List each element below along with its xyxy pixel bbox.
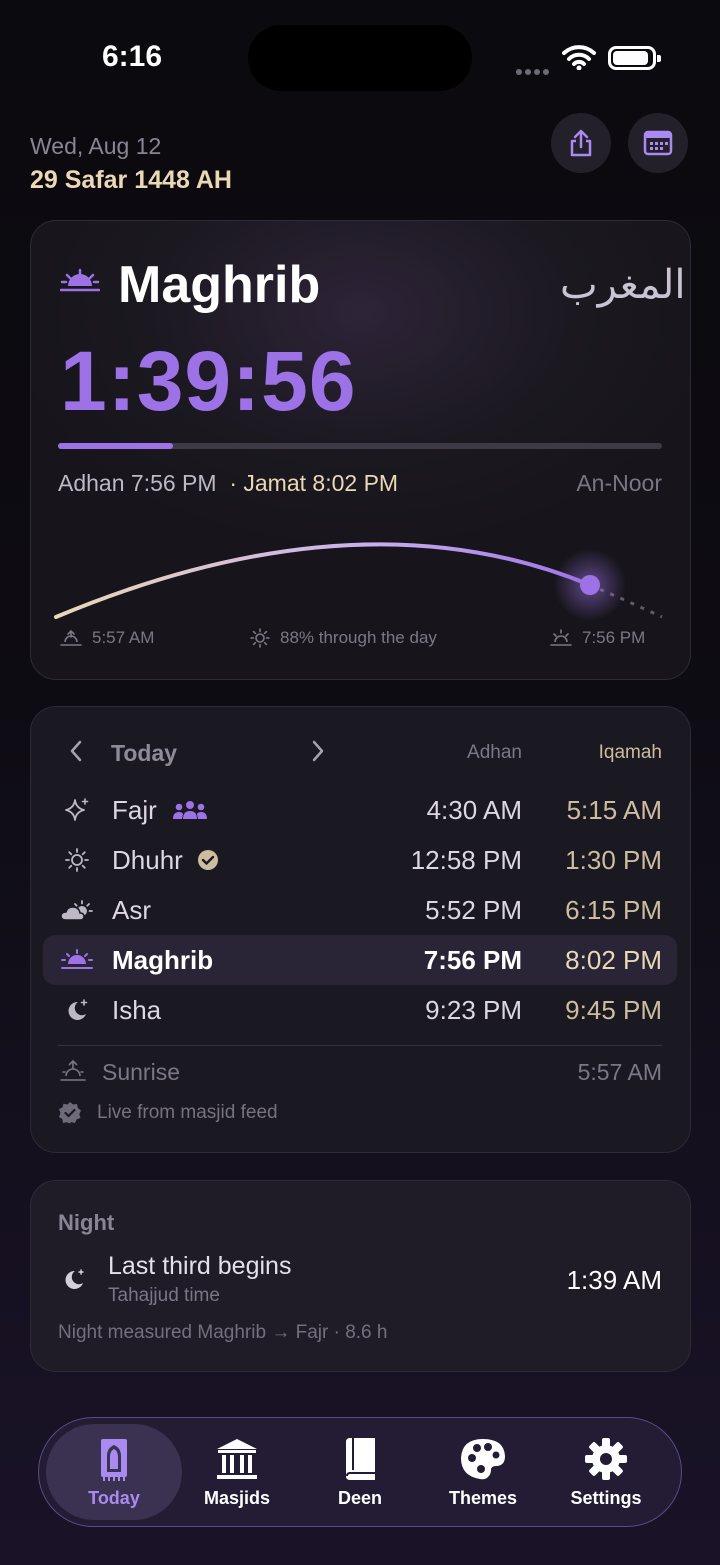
countdown-timer: 1:39:56: [60, 334, 357, 428]
tab-deen[interactable]: Deen: [292, 1424, 428, 1520]
sunrise-icon: [60, 1059, 86, 1087]
moon-star-icon: [62, 1266, 88, 1297]
tab-label: Today: [88, 1488, 140, 1508]
adhan-time: 12:58 PM: [410, 844, 522, 875]
night-measure-note: Night measured Maghrib → Fajr · 8.6 h: [58, 1322, 388, 1343]
tab-settings[interactable]: Settings: [538, 1424, 674, 1520]
building-icon: [217, 1439, 257, 1479]
prayer-row-maghrib[interactable]: Maghrib 7:56 PM 8:02 PM: [60, 938, 662, 982]
night-title: Night: [58, 1210, 115, 1235]
prayer-name: Isha: [112, 994, 162, 1025]
calendar-button[interactable]: [628, 113, 688, 173]
sunrise-icon: [60, 629, 82, 646]
signal-icon: [516, 62, 552, 75]
congregation-icon: [172, 801, 207, 819]
tahajjud-label: Tahajjud time: [108, 1285, 220, 1306]
last-third-time: 1:39 AM: [566, 1265, 662, 1295]
status-time: 6:16: [102, 40, 163, 73]
sunset-icon: [60, 943, 94, 977]
battery-icon: [608, 46, 661, 70]
arc-day-progress: 88% through the day: [250, 628, 437, 648]
check-icon: [197, 850, 218, 870]
chevron-left-icon: [70, 740, 82, 762]
schedule-divider: [58, 1045, 662, 1046]
iqamah-time: 6:15 PM: [565, 894, 662, 925]
arc-sunset: 7:56 PM: [550, 628, 645, 648]
iqamah-time: 5:15 AM: [566, 794, 662, 825]
prayer-name: Dhuhr: [112, 844, 183, 875]
countdown-progress-fill: [58, 443, 173, 449]
current-prayer-arabic: المغرب: [560, 262, 686, 308]
prayer-name: Fajr: [112, 794, 157, 825]
adhan-time: 5:52 PM: [425, 894, 522, 925]
sun-position-marker: [580, 575, 600, 595]
hijri-date: 29 Safar 1448 AH: [30, 166, 232, 194]
tab-masjids[interactable]: Masjids: [169, 1424, 305, 1520]
arc-sunrise: 5:57 AM: [60, 628, 154, 648]
sun-icon: [60, 843, 94, 877]
day-progress-text: 88% through the day: [280, 628, 437, 647]
adhan-time: 4:30 AM: [426, 794, 522, 825]
adhan-time: Adhan 7:56 PM: [58, 470, 217, 496]
sunrise-label: Sunrise: [102, 1059, 180, 1085]
book-icon: [346, 1438, 375, 1480]
gear-icon: [585, 1438, 627, 1480]
sun-arc-line: [54, 542, 592, 619]
prayer-row-fajr[interactable]: Fajr 4:30 AM 5:15 AM: [60, 788, 662, 832]
gregorian-date: Wed, Aug 12: [30, 133, 162, 159]
verified-icon: [58, 1101, 82, 1130]
iqamah-column-header: Iqamah: [598, 742, 662, 763]
prev-day-button[interactable]: [68, 738, 84, 770]
tab-themes[interactable]: Themes: [415, 1424, 551, 1520]
tab-label: Themes: [448, 1488, 518, 1508]
schedule-day-label[interactable]: Today: [111, 740, 177, 767]
tab-today[interactable]: Today: [46, 1424, 182, 1520]
arc-sunset-time: 7:56 PM: [582, 628, 646, 647]
adhan-column-header: Adhan: [467, 742, 522, 763]
cloud-sun-icon: [60, 893, 94, 927]
moon-star-icon: [60, 993, 94, 1027]
share-icon: [570, 129, 592, 157]
current-prayer-name: Maghrib: [118, 256, 321, 314]
prayer-row-dhuhr[interactable]: Dhuhr 12:58 PM 1:30 PM: [60, 838, 662, 882]
calendar-icon: [643, 130, 673, 156]
sunrise-time: 5:57 AM: [577, 1059, 662, 1085]
share-button[interactable]: [551, 113, 611, 173]
prayer-row-asr[interactable]: Asr 5:52 PM 6:15 PM: [60, 888, 662, 932]
iqamah-time: 9:45 PM: [565, 994, 662, 1025]
tab-label: Deen: [337, 1488, 382, 1508]
prayer-name: Asr: [112, 894, 151, 925]
masjid-name[interactable]: An-Noor: [576, 470, 662, 497]
sparkle-icon: [60, 793, 94, 827]
last-third-label: Last third begins: [108, 1252, 292, 1280]
live-feed-label: Live from masjid feed: [97, 1102, 278, 1123]
adhan-time: 9:23 PM: [425, 994, 522, 1025]
countdown-progress-bar: [58, 443, 662, 449]
tab-label: Masjids: [203, 1488, 271, 1508]
prayer-row-isha[interactable]: Isha 9:23 PM 9:45 PM: [60, 988, 662, 1032]
prayer-mat-icon: [101, 1439, 127, 1481]
sun-icon: [250, 628, 270, 648]
dynamic-island: [248, 25, 472, 91]
palette-icon: [461, 1439, 505, 1480]
iqamah-time: 8:02 PM: [565, 944, 662, 975]
arc-sunrise-time: 5:57 AM: [92, 628, 155, 647]
chevron-right-icon: [312, 740, 324, 762]
adhan-time: 7:56 PM: [423, 944, 522, 975]
prayer-name: Maghrib: [112, 944, 214, 975]
adhan-jamat-line: Adhan 7:56 PM · Jamat 8:02 PM: [58, 470, 398, 497]
jamat-time: · Jamat 8:02 PM: [229, 470, 399, 496]
iqamah-time: 1:30 PM: [565, 844, 662, 875]
wifi-icon: [562, 44, 596, 75]
sunset-small-icon: [550, 629, 572, 646]
sun-path-arc: [54, 542, 663, 621]
tab-label: Settings: [570, 1488, 642, 1508]
next-day-button[interactable]: [310, 738, 326, 770]
sunset-icon: [59, 268, 101, 299]
